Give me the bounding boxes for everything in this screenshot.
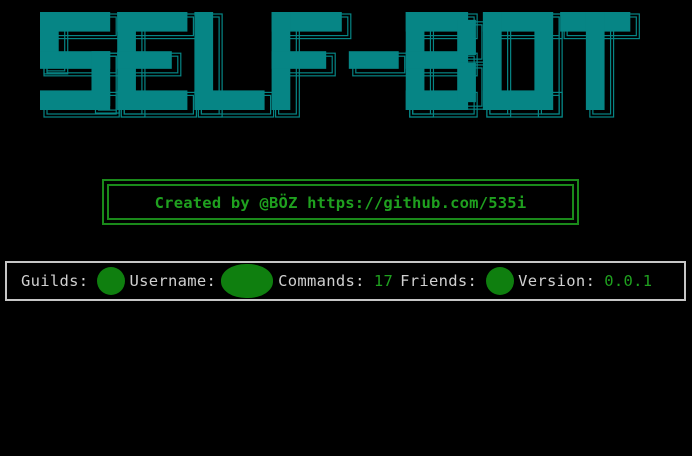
- banner-letter-block: [271, 51, 327, 69]
- banner-letter-block: [40, 90, 111, 110]
- credit-box: Created by @BÖZ https://github.com/535i: [102, 179, 579, 225]
- banner-letter-block: [457, 62, 476, 103]
- version-label: Version:: [518, 272, 596, 290]
- guilds-label: Guilds:: [21, 272, 89, 290]
- banner-letter-block: [482, 90, 554, 110]
- version-value: 0.0.1: [604, 272, 653, 290]
- banner-letter-block: [585, 12, 605, 110]
- banner-letter-block: [457, 19, 476, 56]
- username-value-redacted: [221, 264, 274, 298]
- commands-value: 17: [373, 272, 394, 290]
- guilds-value-redacted: [97, 267, 126, 295]
- friends-label: Friends:: [400, 272, 478, 290]
- friends-value-redacted: [486, 267, 515, 295]
- commands-label: Commands:: [278, 272, 365, 290]
- credit-text: Created by @BÖZ https://github.com/535i: [154, 194, 527, 212]
- banner-letter-block: [194, 90, 265, 110]
- status-bar: Guilds: Username: Commands: 17 Friends: …: [5, 261, 686, 301]
- banner-letter-block: [117, 51, 172, 69]
- self-bot-banner: [40, 12, 640, 118]
- username-label: Username:: [129, 272, 217, 290]
- banner-letter-block: [117, 90, 188, 110]
- banner-letter-block: [348, 51, 399, 69]
